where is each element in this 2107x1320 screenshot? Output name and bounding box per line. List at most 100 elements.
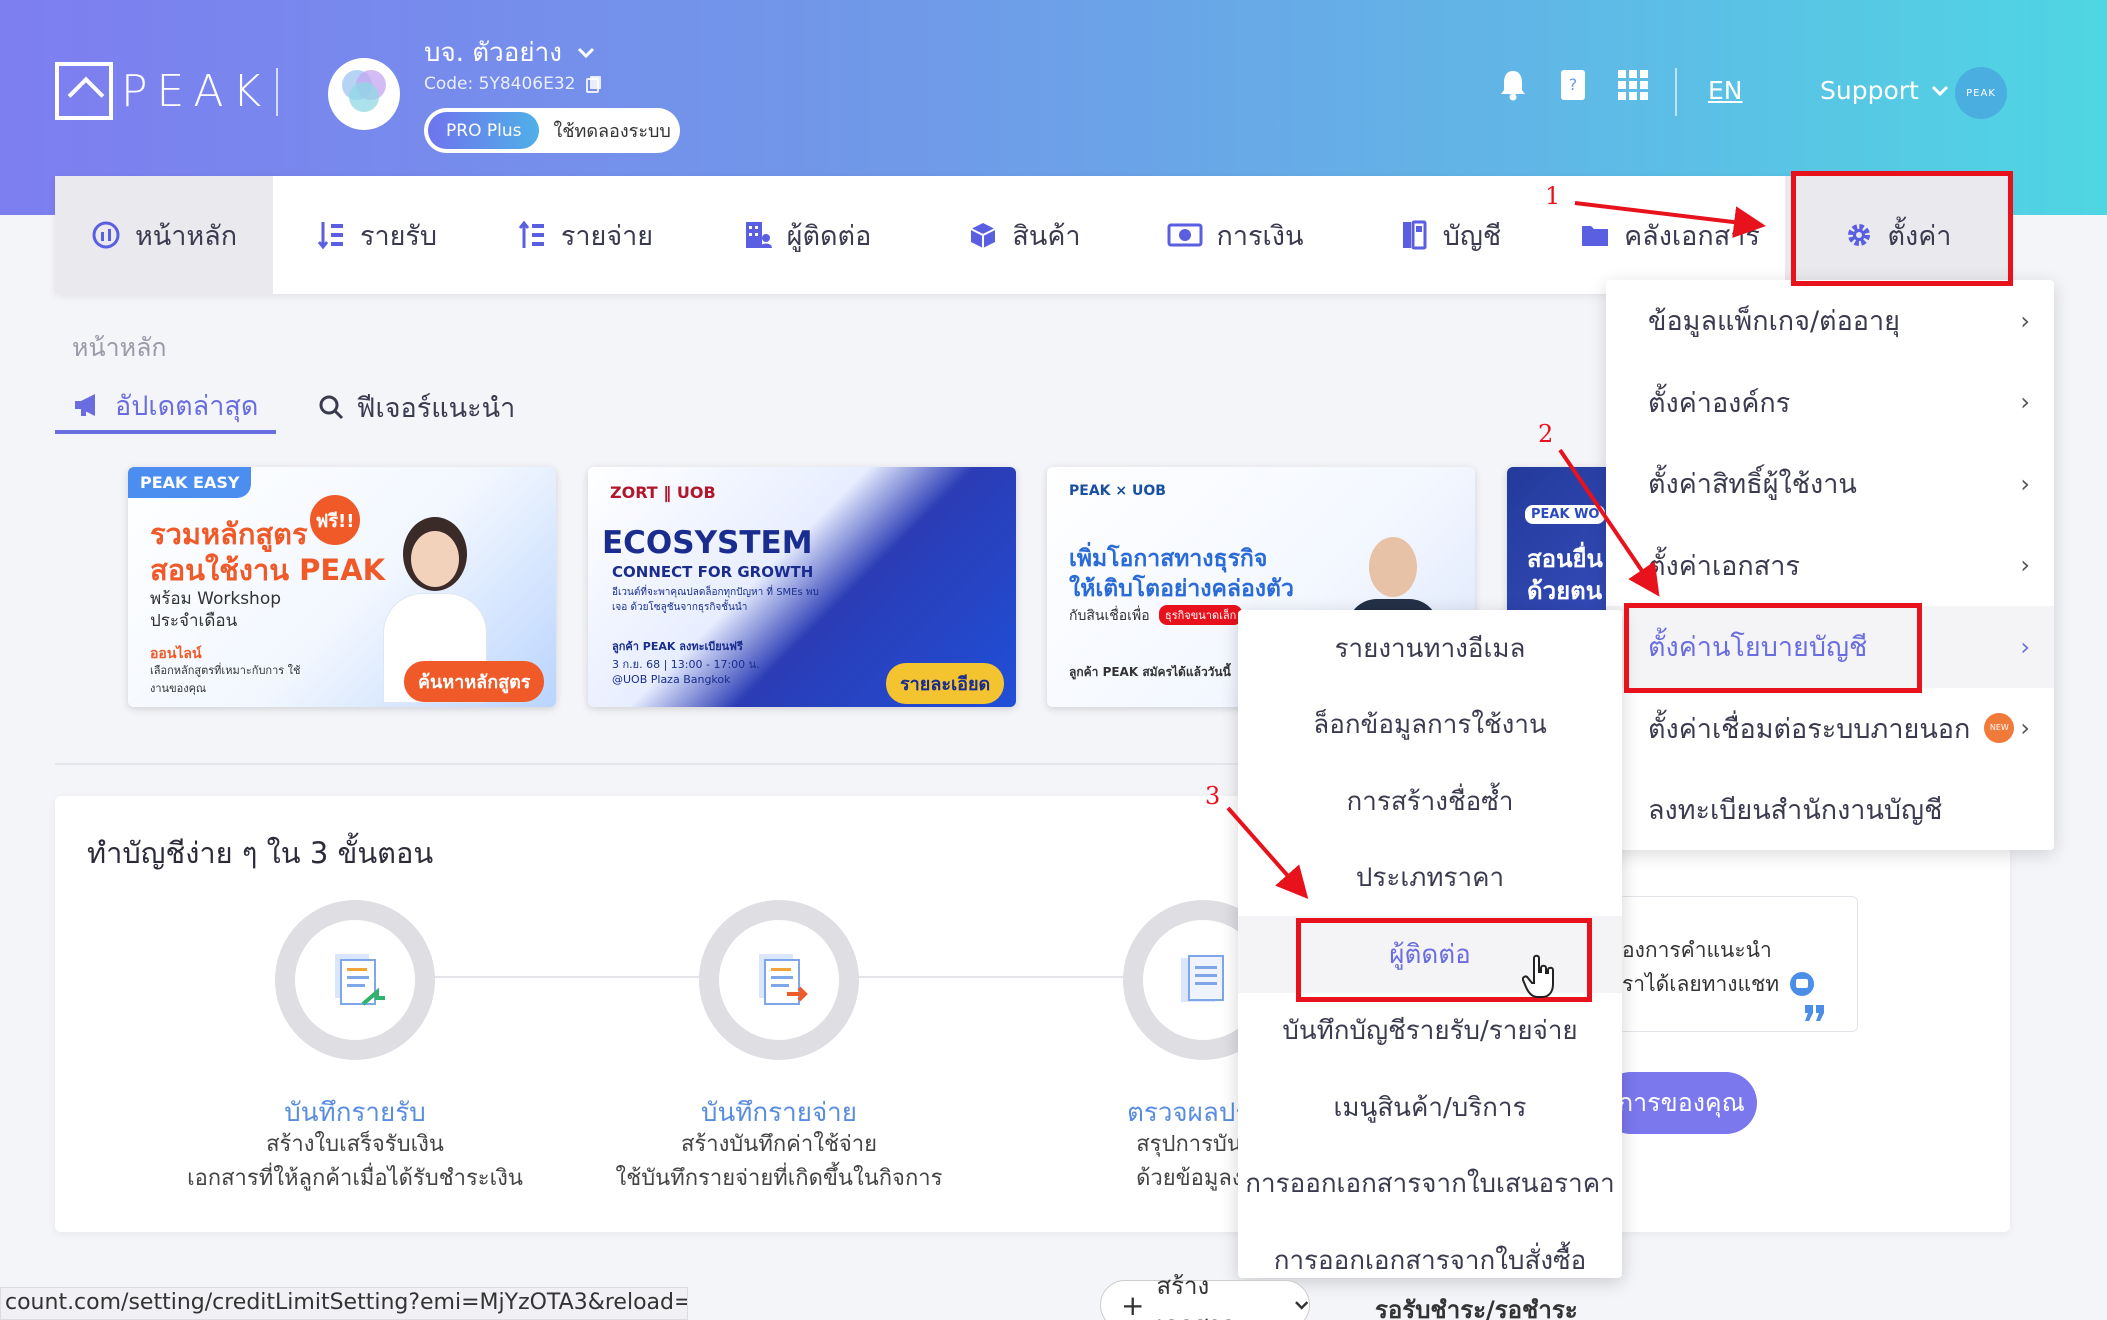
step-desc: สร้างใบเสร็จรับเงิน [266, 1132, 444, 1157]
step-income-icon[interactable] [275, 900, 435, 1060]
hand-cursor-icon [1522, 954, 1554, 998]
settings-item-package[interactable]: ข้อมูลแพ็กเกจ/ต่ออายุ › [1606, 280, 2054, 362]
megaphone-icon [75, 394, 95, 416]
nav-item-documents[interactable]: คลังเอกสาร [1555, 176, 1785, 294]
main-nav: หน้าหลัก รายรับ รายจ่าย ผู้ติดต่อ สินค้า… [55, 176, 2010, 294]
header-divider-right [1675, 68, 1677, 116]
step-expense-icon[interactable] [699, 900, 859, 1060]
banner-subtitle: CONNECT FOR GROWTH [612, 563, 814, 581]
banner-title: ECOSYSTEM [602, 525, 813, 561]
submenu-item-price-type[interactable]: ประเภทราคา [1238, 840, 1622, 917]
banner-title: ให้เติบโตอย่างคล่องตัว [1069, 576, 1294, 602]
nav-label: รายจ่าย [560, 220, 654, 252]
ledger-icon [1399, 220, 1429, 250]
banner-tag: PEAK WO [1525, 505, 1606, 524]
folder-icon [1580, 220, 1610, 250]
avatar[interactable]: PEAK [1955, 67, 2007, 119]
annotation-box-accounting-policy [1624, 603, 1922, 693]
help-text: องการคำแนะนำ ราได้เลยทางแชท [1622, 933, 1815, 1001]
step-desc: ใช้บันทึกรายจ่ายที่เกิดขึ้นในกิจการ [615, 1166, 943, 1191]
nav-item-finance[interactable]: การเงิน [1125, 176, 1345, 294]
tab-label: อัปเดตล่าสุด [115, 390, 259, 422]
nav-item-expense[interactable]: รายจ่าย [480, 176, 690, 294]
product-box-icon [968, 220, 998, 250]
annotation-box-settings [1791, 171, 2013, 286]
settings-item-label: ลงทะเบียนสำนักงานบัญชี [1648, 795, 1943, 827]
submenu-item-activity-log[interactable]: ล็อกข้อมูลการใช้งาน [1238, 687, 1622, 764]
plan-badge: PRO Plus [428, 112, 540, 149]
banner-desc: อีเวนต์ที่จะพาคุณปลดล็อกทุกปัญหา ที่ SME… [612, 587, 819, 613]
settings-item-documents[interactable]: ตั้งค่าเอกสาร › [1606, 525, 2054, 607]
create-document-button[interactable]: + สร้างเอกสาร [1100, 1272, 1310, 1320]
nav-label: ผู้ติดต่อ [786, 220, 872, 252]
chevron-right-icon: › [2020, 469, 2030, 498]
svg-text:?: ? [1569, 75, 1578, 94]
nav-item-accounting[interactable]: บัญชี [1345, 176, 1555, 294]
tab-featured[interactable]: ฟีเจอร์แนะนำ [300, 380, 533, 434]
step-desc: สร้างบันทึกค่าใช้จ่าย [680, 1132, 878, 1157]
nav-label: สินค้า [1012, 220, 1081, 252]
submenu-item-duplicate-name[interactable]: การสร้างชื่อซ้ำ [1238, 763, 1622, 840]
peak-logo-text: PEAK [121, 65, 271, 117]
step-title[interactable]: บันทึกรายจ่าย [569, 1092, 989, 1133]
company-logo[interactable] [328, 58, 400, 130]
money-icon [1167, 220, 1203, 250]
annotation-number: 1 [1545, 182, 1561, 210]
nav-label: การเงิน [1216, 220, 1304, 252]
chevron-right-icon: › [2020, 632, 2030, 661]
contacts-icon [743, 220, 773, 250]
submenu-item-email-report[interactable]: รายงานทางอีเมล [1238, 610, 1622, 687]
chevron-right-icon: › [2020, 306, 2030, 335]
header-icon-group: ? [1496, 68, 1650, 102]
chat-icon [1790, 972, 1815, 996]
status-bar-url: count.com/setting/creditLimitSetting?emi… [0, 1287, 688, 1320]
plan-pill[interactable]: PRO Plus ใช้ทดลองระบบ [424, 108, 680, 153]
tab-latest-updates[interactable]: อัปเดตล่าสุด [55, 380, 277, 434]
steps-card-title: ทำบัญชีง่าย ๆ ใน 3 ขั้นตอน [87, 836, 434, 870]
chevron-right-icon: › [2020, 551, 2030, 580]
banner-title: ด้วยตน [1527, 577, 1603, 605]
step-title[interactable]: บันทึกรายรับ [145, 1092, 565, 1133]
banner-place: @UOB Plaza Bangkok [612, 673, 731, 686]
report-stack-icon [1181, 955, 1224, 1002]
settings-item-accounting-firm[interactable]: ลงทะเบียนสำนักงานบัญชี [1606, 769, 2054, 851]
help-book-icon[interactable]: ? [1556, 68, 1590, 102]
nav-item-products[interactable]: สินค้า [924, 176, 1125, 294]
banner-ecosystem[interactable]: ZORT ‖ UOB ECOSYSTEM CONNECT FOR GROWTH … [588, 467, 1016, 707]
settings-dropdown: ข้อมูลแพ็กเกจ/ต่ออายุ › ตั้งค่าองค์กร › ตั… [1606, 280, 2054, 850]
bell-icon[interactable] [1496, 68, 1530, 102]
settings-item-organization[interactable]: ตั้งค่าองค์กร › [1606, 362, 2054, 444]
submenu-item-income-expense-record[interactable]: บันทึกบัญชีรายรับ/รายจ่าย [1238, 993, 1622, 1070]
annotation-number: 2 [1538, 420, 1554, 448]
nav-item-income[interactable]: รายรับ [273, 176, 480, 294]
settings-item-user-permissions[interactable]: ตั้งค่าสิทธิ์ผู้ใช้งาน › [1606, 443, 2054, 525]
nav-item-contacts[interactable]: ผู้ติดต่อ [690, 176, 924, 294]
nav-label: หน้าหลัก [134, 220, 238, 252]
banner-subtitle: กับสินเชื่อเพื่อ [1069, 608, 1150, 624]
settings-item-label: ตั้งค่าองค์กร [1648, 387, 1791, 419]
expense-icon [517, 220, 547, 250]
banner-tag: PEAK EASY [128, 467, 252, 498]
banner-search-course-button[interactable]: ค้นหาหลักสูตร [404, 661, 545, 702]
chevron-down-icon [1931, 85, 1948, 96]
support-menu[interactable]: Support [1820, 76, 1949, 105]
company-code: Code: 5Y8406E32 [424, 74, 602, 94]
peak-logo[interactable]: PEAK [55, 62, 270, 120]
language-switch[interactable]: EN [1708, 76, 1743, 105]
chevron-down-icon [1294, 1301, 1308, 1310]
banner-details-button[interactable]: รายละเอียด [886, 663, 1005, 704]
nav-item-dashboard[interactable]: หน้าหลัก [55, 176, 273, 294]
help-consult-button[interactable]: การของคุณ [1600, 1072, 1757, 1134]
step-desc: เอกสารที่ให้ลูกค้าเมื่อได้รับชำระเงิน [187, 1166, 523, 1191]
banner-peak-easy[interactable]: PEAK EASY รวมหลักสูตร สอนใช้งาน PEAK ฟรี… [128, 467, 556, 707]
company-switcher[interactable]: บจ. ตัวอย่าง [424, 32, 596, 73]
help-chat-box[interactable]: องการคำแนะนำ ราได้เลยทางแชท [1613, 896, 1858, 1032]
apps-grid-icon[interactable] [1616, 68, 1650, 102]
receipt-icon [335, 954, 385, 1006]
submenu-item-product-service-menu[interactable]: เมนูสินค้า/บริการ [1238, 1069, 1622, 1146]
settings-item-integrations[interactable]: ตั้งค่าเชื่อมต่อระบบภายนอก NEW › [1606, 688, 2054, 770]
submenu-item-from-quotation[interactable]: การออกเอกสารจากใบเสนอราคา [1238, 1146, 1622, 1223]
copy-icon[interactable] [585, 75, 602, 93]
header-divider [276, 68, 278, 116]
expense-note-icon [759, 954, 808, 1005]
